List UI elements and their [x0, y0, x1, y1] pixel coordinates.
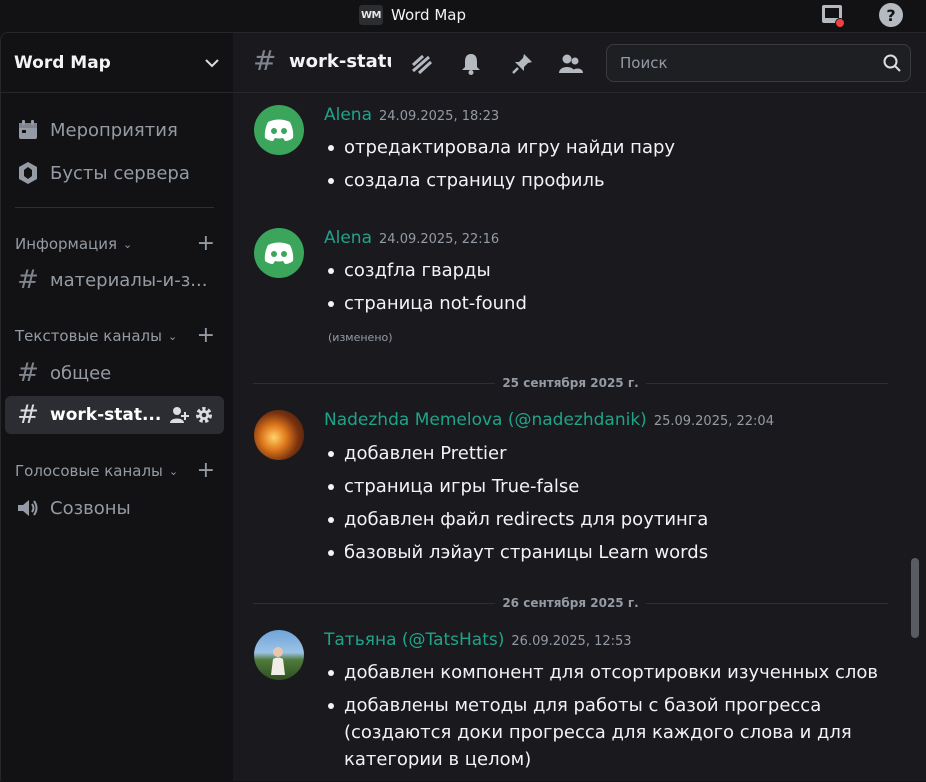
- threads-icon[interactable]: [409, 51, 435, 77]
- calendar-icon: [15, 117, 41, 143]
- inbox-icon[interactable]: [818, 1, 846, 29]
- discord-logo-icon[interactable]: [254, 105, 304, 155]
- sidebar-item-label: Мероприятия: [50, 119, 178, 141]
- channel-title: work-status: [289, 51, 391, 72]
- timestamp: 24.09.2025, 18:23: [379, 109, 500, 124]
- app-title-text: Word Map: [391, 6, 466, 24]
- list-item: добавлен компонент для отсортировки изуч…: [324, 659, 884, 686]
- chevron-down-icon: [205, 58, 219, 67]
- bell-icon[interactable]: [458, 51, 484, 77]
- sidebar-item-label: Бусты сервера: [50, 162, 190, 184]
- members-icon[interactable]: [558, 51, 584, 77]
- boost-icon: [15, 160, 41, 186]
- sidebar-item-materials[interactable]: # материалы-и-з...: [5, 261, 224, 299]
- pin-icon[interactable]: [509, 51, 535, 77]
- list-item: создfла гварды: [324, 257, 884, 284]
- date-divider-label: 26 сентября 2025 г.: [502, 596, 639, 610]
- speaker-icon: [15, 495, 41, 521]
- invite-icon[interactable]: [169, 406, 189, 428]
- channel-label: work-stat...: [50, 405, 162, 425]
- timestamp: 25.09.2025, 22:04: [653, 414, 774, 429]
- discord-logo-icon[interactable]: [254, 228, 304, 278]
- list-item: страница игры True-false: [324, 473, 884, 500]
- category-voice-channels[interactable]: Голосовые каналы ⌄ +: [15, 460, 215, 482]
- sidebar-item-general[interactable]: # общее: [5, 354, 224, 392]
- hash-icon: #: [17, 265, 39, 295]
- list-item: страница not-found: [324, 290, 884, 317]
- svg-text:?: ?: [886, 6, 895, 25]
- category-text-channels[interactable]: Текстовые каналы ⌄ +: [15, 325, 215, 347]
- category-label: Текстовые каналы: [15, 327, 162, 345]
- settings-gear-icon[interactable]: [194, 405, 214, 429]
- app-logo-icon: WM: [359, 5, 383, 25]
- list-item: отредактировала игру найди пару: [324, 134, 884, 161]
- add-channel-icon[interactable]: +: [197, 460, 215, 482]
- server-name: Word Map: [14, 52, 111, 73]
- chat-area: # work-status Alena 24.09.2025, 18:23 отр…: [233, 32, 926, 781]
- help-icon[interactable]: ?: [877, 1, 905, 29]
- edited-label: (изменено): [328, 331, 393, 344]
- avatar[interactable]: [254, 410, 304, 460]
- channel-label: материалы-и-з...: [50, 269, 208, 291]
- channel-label: Созвоны: [50, 497, 131, 519]
- chevron-down-icon: ⌄: [168, 464, 179, 478]
- list-item: добавлены методы для работы с базой прог…: [324, 692, 884, 773]
- author-name[interactable]: Татьяна (@TatsHats): [324, 630, 504, 650]
- app-title: WM Word Map: [359, 4, 466, 26]
- avatar[interactable]: [254, 630, 304, 680]
- date-divider-label: 25 сентября 2025 г.: [502, 376, 639, 390]
- search-box[interactable]: [606, 44, 911, 82]
- hash-icon: #: [253, 44, 277, 77]
- chevron-down-icon: ⌄: [167, 329, 178, 343]
- sidebar-item-boosts[interactable]: Бусты сервера: [5, 154, 224, 192]
- list-item: базовый лэйаут страницы Learn words: [324, 539, 884, 566]
- search-input[interactable]: [618, 53, 862, 73]
- hash-icon: #: [17, 400, 39, 430]
- date-divider: 26 сентября 2025 г.: [253, 596, 888, 610]
- scrollbar-track[interactable]: [911, 96, 919, 782]
- sidebar-item-events[interactable]: Мероприятия: [5, 111, 224, 149]
- channel-label: общее: [50, 362, 112, 384]
- add-channel-icon[interactable]: +: [197, 233, 215, 255]
- category-label: Информация: [15, 235, 118, 253]
- author-name[interactable]: Alena: [324, 105, 372, 125]
- scrollbar-thumb[interactable]: [911, 558, 919, 638]
- list-item: добавлен Prettier: [324, 440, 884, 467]
- timestamp: 26.09.2025, 12:53: [511, 634, 632, 649]
- date-divider: 25 сентября 2025 г.: [253, 376, 888, 390]
- sidebar-item-work-status[interactable]: # work-stat...: [5, 396, 224, 434]
- server-header[interactable]: Word Map: [1, 33, 233, 93]
- author-name[interactable]: Nadezhda Memelova (@nadezhdanik): [324, 410, 647, 430]
- channel-header: # work-status: [233, 33, 926, 93]
- hash-icon: #: [17, 358, 39, 388]
- author-name[interactable]: Alena: [324, 228, 372, 248]
- search-icon: [883, 54, 901, 72]
- sidebar-item-calls[interactable]: Созвоны: [5, 489, 224, 527]
- chevron-down-icon: ⌄: [123, 237, 133, 251]
- category-info[interactable]: Информация ⌄ +: [15, 233, 215, 255]
- add-channel-icon[interactable]: +: [197, 325, 215, 347]
- timestamp: 24.09.2025, 22:16: [379, 232, 500, 247]
- list-item: создала страницу профиль: [324, 167, 884, 194]
- category-label: Голосовые каналы: [15, 462, 163, 480]
- sidebar-divider: [15, 207, 214, 208]
- title-bar: WM Word Map ?: [0, 0, 926, 32]
- list-item: добавлен файл redirects для роутинга: [324, 506, 884, 533]
- channel-sidebar: Word Map Мероприятия Бусты сервера Инфор…: [0, 32, 233, 781]
